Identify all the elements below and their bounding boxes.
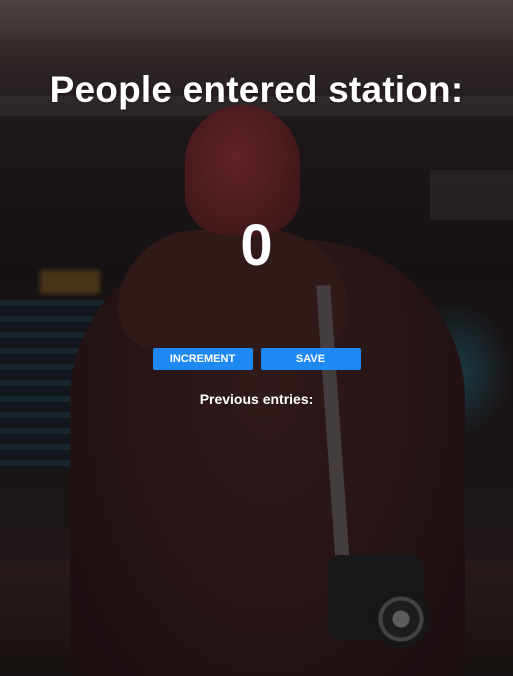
counter-app: People entered station: 0 INCREMENT SAVE…: [0, 0, 513, 676]
save-button[interactable]: SAVE: [260, 348, 361, 370]
increment-button[interactable]: INCREMENT: [152, 348, 253, 370]
previous-entries-label: Previous entries:: [199, 391, 314, 407]
button-row: INCREMENT SAVE: [0, 348, 513, 370]
count-display: 0: [240, 213, 273, 278]
page-title: People entered station:: [49, 69, 464, 110]
